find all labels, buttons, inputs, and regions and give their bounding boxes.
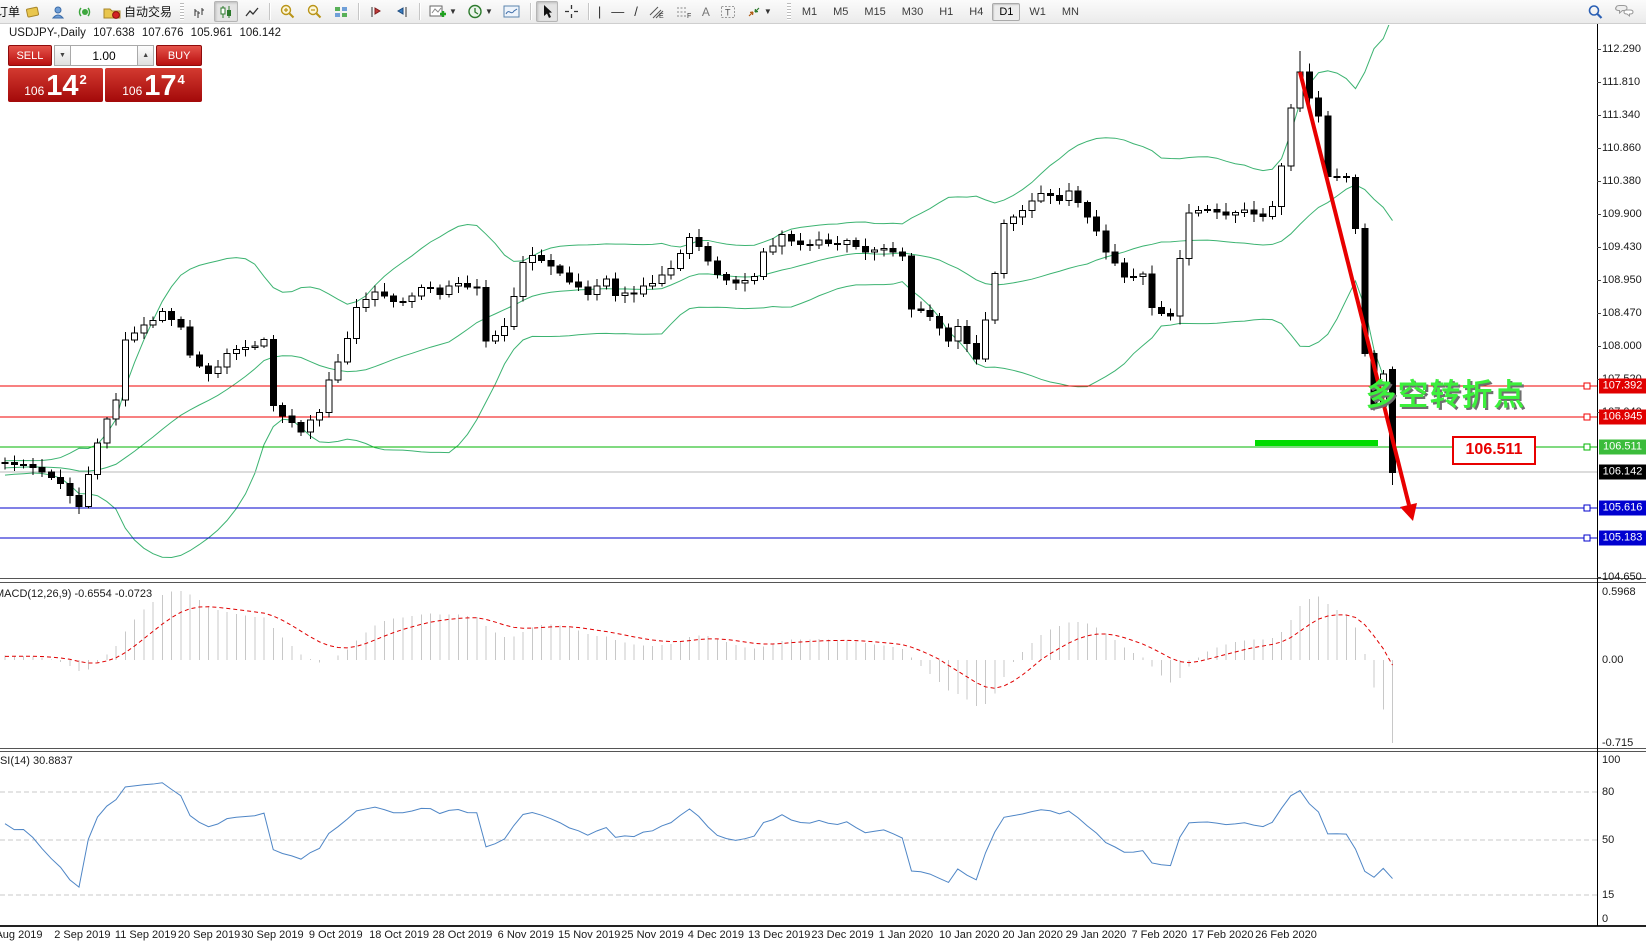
date-axis-label: 17 Feb 2020: [1192, 929, 1254, 941]
mt4-window: 订单 自动交易 ▼: [0, 0, 1646, 944]
date-axis-label: 28 Oct 2019: [432, 929, 492, 941]
price-level-label: 106.945: [1599, 410, 1646, 425]
date-axis-label: 11 Sep 2019: [115, 929, 177, 941]
axis-tickmark: [1597, 346, 1601, 347]
date-axis-border: [0, 925, 1646, 927]
date-axis-label: Aug 2019: [0, 929, 43, 941]
date-axis-label: 10 Jan 2020: [939, 929, 1000, 941]
date-axis-label: 25 Nov 2019: [621, 929, 683, 941]
chart-annotation-text[interactable]: 多空转折点: [1366, 370, 1526, 414]
indicator-axis-tick: -0.715: [1602, 737, 1646, 749]
price-level-label: 106.142: [1599, 465, 1646, 480]
price-level-label: 107.392: [1599, 379, 1646, 394]
date-axis-label: 1 Jan 2020: [879, 929, 933, 941]
date-axis-label: 18 Oct 2019: [369, 929, 429, 941]
axis-tickmark: [1597, 148, 1601, 149]
price-axis-tick: 104.650: [1602, 571, 1646, 583]
price-axis-tick: 110.380: [1602, 175, 1646, 187]
price-level-label: 105.183: [1599, 531, 1646, 546]
panel-separator[interactable]: [0, 748, 1646, 749]
price-axis-tick: 109.430: [1602, 241, 1646, 253]
chart-svg: [0, 0, 1646, 944]
price-axis-tick: 108.000: [1602, 340, 1646, 352]
price-axis-tick: 111.340: [1602, 109, 1646, 121]
date-axis-label: 4 Dec 2019: [688, 929, 744, 941]
highlight-bar[interactable]: [1255, 440, 1378, 446]
price-axis-tick: 112.290: [1602, 43, 1646, 55]
date-axis-label: 15 Nov 2019: [558, 929, 620, 941]
axis-tickmark: [1597, 313, 1601, 314]
axis-tickmark: [1597, 247, 1601, 248]
axis-tickmark: [1597, 280, 1601, 281]
date-axis-label: 20 Sep 2019: [178, 929, 240, 941]
panel-separator: [0, 751, 1646, 752]
price-axis-tick: 108.950: [1602, 274, 1646, 286]
price-callout-box[interactable]: 106.511: [1452, 436, 1536, 465]
indicator-axis-tick: 0.00: [1602, 654, 1646, 666]
date-axis-label: 7 Feb 2020: [1131, 929, 1187, 941]
price-axis-tick: 109.900: [1602, 208, 1646, 220]
date-axis-label: 13 Dec 2019: [748, 929, 810, 941]
axis-tickmark: [1597, 49, 1601, 50]
date-axis-label: 23 Dec 2019: [811, 929, 873, 941]
indicator-axis-tick: 0.5968: [1602, 586, 1646, 598]
panel-separator[interactable]: [0, 578, 1646, 579]
axis-tickmark: [1597, 577, 1601, 578]
rsi-label: RSI(14) 30.8837: [0, 755, 73, 767]
indicator-axis-tick: 15: [1602, 889, 1646, 901]
axis-tickmark: [1597, 214, 1601, 215]
price-axis-tick: 108.470: [1602, 307, 1646, 319]
macd-label: MACD(12,26,9) -0.6554 -0.0723: [0, 588, 152, 600]
price-axis-tick: 111.810: [1602, 76, 1646, 88]
indicator-axis-tick: 80: [1602, 786, 1646, 798]
price-axis-line: [1597, 24, 1598, 926]
panel-separator: [0, 582, 1646, 583]
indicator-axis-tick: 50: [1602, 834, 1646, 846]
date-axis-label: 2 Sep 2019: [54, 929, 110, 941]
date-axis-label: 6 Nov 2019: [498, 929, 554, 941]
axis-tickmark: [1597, 82, 1601, 83]
axis-tickmark: [1597, 115, 1601, 116]
price-level-label: 106.511: [1599, 440, 1646, 455]
date-axis-label: 20 Jan 2020: [1002, 929, 1063, 941]
date-axis-label: 29 Jan 2020: [1066, 929, 1127, 941]
price-level-label: 105.616: [1599, 501, 1646, 516]
price-axis-tick: 110.860: [1602, 142, 1646, 154]
indicator-axis-tick: 0: [1602, 913, 1646, 925]
date-axis-label: 30 Sep 2019: [241, 929, 303, 941]
trend-arrow-head: [1400, 503, 1417, 521]
axis-tickmark: [1597, 181, 1601, 182]
date-axis-label: 26 Feb 2020: [1255, 929, 1317, 941]
indicator-axis-tick: 100: [1602, 754, 1646, 766]
date-axis-label: 9 Oct 2019: [309, 929, 363, 941]
